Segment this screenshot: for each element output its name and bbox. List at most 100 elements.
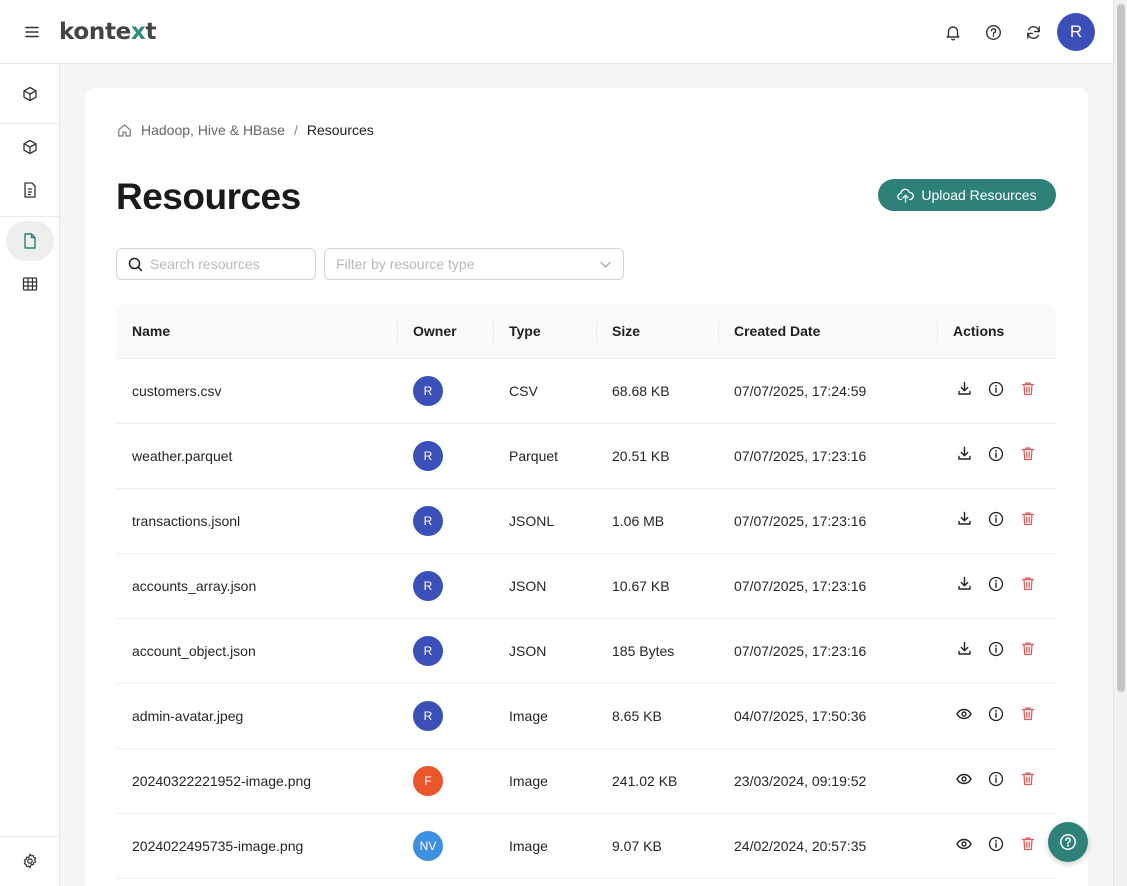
scrollbar-thumb[interactable] [1117,4,1125,692]
cube-icon [23,86,37,102]
table-body: customers.csv R CSV 68.68 KB 07/07/2025, 17:… [116,359,1056,879]
breadcrumb-parent[interactable]: Hadoop, Hive & HBase [141,122,285,138]
eye-icon [956,772,972,790]
delete-button[interactable] [1012,767,1044,795]
download-button[interactable] [948,507,980,535]
resource-name[interactable]: 2024022495735-image.png [116,838,397,854]
info-button[interactable] [980,832,1012,860]
resource-size: 68.68 KB [612,383,670,399]
owner-avatar[interactable]: R [413,701,443,731]
info-button[interactable] [980,702,1012,730]
resource-name[interactable]: customers.csv [116,383,397,399]
search-icon [128,257,143,271]
trash-icon [1021,511,1035,531]
resource-created-date: 24/02/2024, 20:57:35 [734,838,867,854]
resource-name[interactable]: account_object.json [116,643,397,659]
download-button[interactable] [948,637,980,665]
info-button[interactable] [980,767,1012,795]
column-header-name[interactable]: Name [116,304,397,358]
sidebar-item-documents[interactable] [6,170,54,210]
resource-type: JSONL [509,513,555,529]
search-input[interactable] [150,256,310,272]
resource-type: Image [509,773,548,789]
column-header-created-date[interactable]: Created Date [718,304,937,358]
owner-avatar[interactable]: NV [413,831,443,861]
menu-icon[interactable] [19,19,45,45]
owner-avatar[interactable]: R [413,506,443,536]
info-button[interactable] [980,572,1012,600]
sidebar-item-tables[interactable] [6,264,54,304]
column-header-type[interactable]: Type [493,304,596,358]
resource-type: JSON [509,643,547,659]
resource-size: 10.67 KB [612,578,670,594]
table-row[interactable]: admin-avatar.jpeg R Image 8.65 KB 04/07/2025… [116,684,1056,749]
owner-cell: R [397,701,493,731]
refresh-icon[interactable] [1013,13,1053,51]
eye-icon [956,707,972,725]
column-header-size[interactable]: Size [596,304,718,358]
owner-avatar[interactable]: R [413,571,443,601]
sidebar-item-resources[interactable] [6,221,54,261]
resource-name[interactable]: weather.parquet [116,448,397,464]
resource-type-filter[interactable] [324,248,624,280]
view-button[interactable] [948,702,980,730]
delete-button[interactable] [1012,377,1044,405]
owner-avatar[interactable]: F [413,766,443,796]
home-icon[interactable] [117,123,132,138]
top-actions: R [933,13,1095,51]
info-button[interactable] [980,507,1012,535]
view-button[interactable] [948,832,980,860]
table-row[interactable]: 20240322221952-image.png F Image 241.02 KB 2… [116,749,1056,814]
resource-name[interactable]: 20240322221952-image.png [116,773,397,789]
info-icon [988,576,1004,597]
delete-button[interactable] [1012,572,1044,600]
page-scrollbar[interactable] [1113,0,1127,886]
download-button[interactable] [948,442,980,470]
delete-button[interactable] [1012,507,1044,535]
sidebar-item-projects[interactable] [6,127,54,167]
table-row[interactable]: account_object.json R JSON 185 Bytes 07/07/2… [116,619,1056,684]
table-row[interactable]: customers.csv R CSV 68.68 KB 07/07/2025, 17:… [116,359,1056,424]
help-fab-button[interactable] [1048,822,1088,862]
sidebar-item-settings[interactable] [6,841,54,881]
resource-name[interactable]: transactions.jsonl [116,513,397,529]
bell-icon[interactable] [933,13,973,51]
trash-icon [1021,771,1035,791]
column-header-owner[interactable]: Owner [397,304,493,358]
upload-resources-button[interactable]: Upload Resources [878,179,1056,211]
info-button[interactable] [980,442,1012,470]
user-avatar[interactable]: R [1057,13,1095,51]
sidebar-item-home[interactable] [6,74,54,114]
owner-cell: NV [397,831,493,861]
filter-input[interactable] [336,256,591,272]
app-logo[interactable]: kontext [59,19,156,45]
trash-icon [1021,576,1035,596]
info-button[interactable] [980,377,1012,405]
view-button[interactable] [948,767,980,795]
delete-button[interactable] [1012,442,1044,470]
delete-button[interactable] [1012,832,1044,860]
table-row[interactable]: 2024022495735-image.png NV Image 9.07 KB 24/… [116,814,1056,879]
download-button[interactable] [948,572,980,600]
owner-avatar[interactable]: R [413,441,443,471]
table-row[interactable]: accounts_array.json R JSON 10.67 KB 07/07/20… [116,554,1056,619]
table-row[interactable]: weather.parquet R Parquet 20.51 KB 07/07/202… [116,424,1056,489]
delete-button[interactable] [1012,702,1044,730]
owner-avatar[interactable]: R [413,636,443,666]
info-icon [988,446,1004,467]
resource-created-date: 07/07/2025, 17:23:16 [734,643,867,659]
table-row[interactable]: transactions.jsonl R JSONL 1.06 MB 07/07/202… [116,489,1056,554]
help-icon[interactable] [973,13,1013,51]
document-icon [24,182,36,198]
info-button[interactable] [980,637,1012,665]
delete-button[interactable] [1012,637,1044,665]
search-box[interactable] [116,248,316,280]
eye-icon [956,837,972,855]
resource-type: Image [509,708,548,724]
chevron-down-icon [600,261,611,268]
owner-avatar[interactable]: R [413,376,443,406]
resource-name[interactable]: accounts_array.json [116,578,397,594]
download-button[interactable] [948,377,980,405]
resource-name[interactable]: admin-avatar.jpeg [116,708,397,724]
row-actions [937,507,1056,535]
